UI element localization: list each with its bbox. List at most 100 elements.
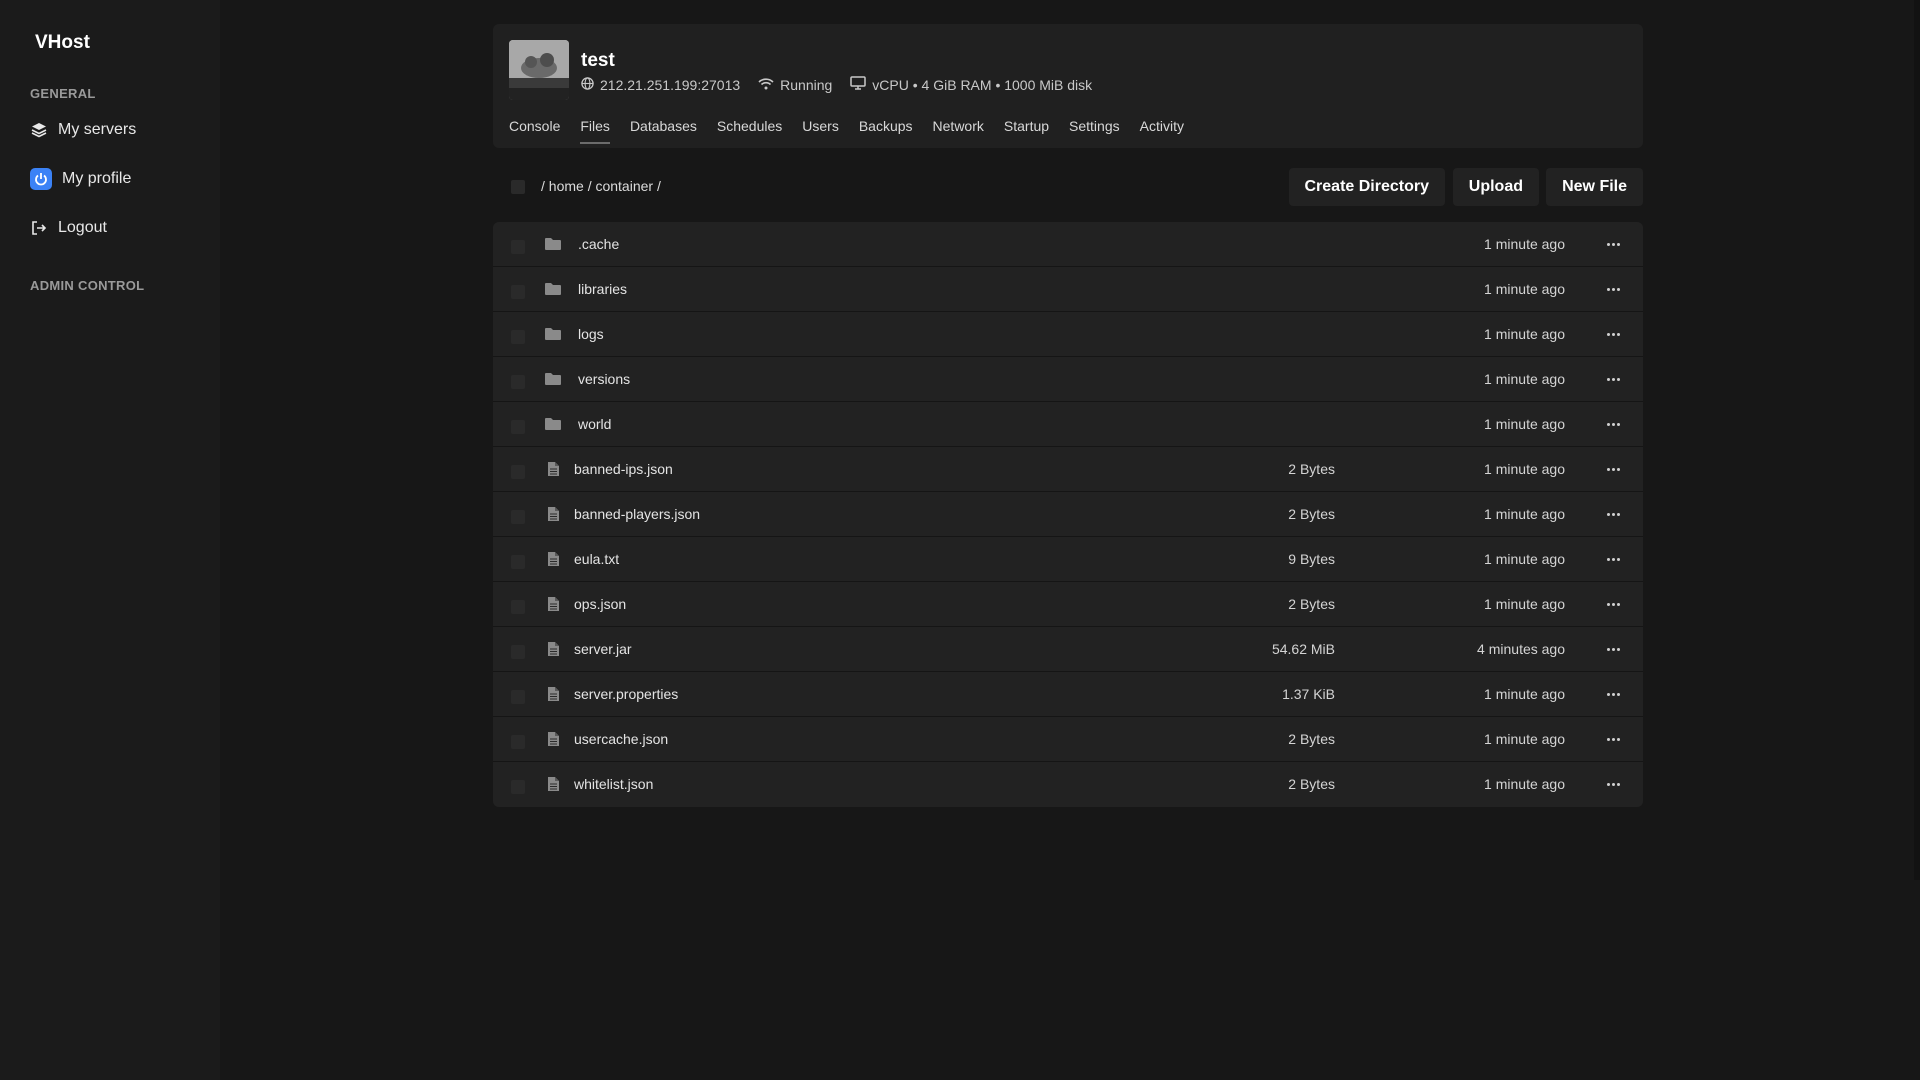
file-row[interactable]: usercache.json 2 Bytes 1 minute ago [493, 717, 1643, 762]
file-modified: 1 minute ago [1484, 596, 1565, 612]
file-size: 9 Bytes [1288, 551, 1335, 567]
folder-icon [543, 235, 563, 253]
file-name[interactable]: banned-ips.json [574, 461, 673, 477]
more-options-icon[interactable] [1601, 727, 1625, 751]
file-modified: 1 minute ago [1484, 371, 1565, 387]
file-modified: 1 minute ago [1484, 551, 1565, 567]
more-options-icon[interactable] [1601, 502, 1625, 526]
file-name[interactable]: banned-players.json [574, 506, 700, 522]
more-options-icon[interactable] [1601, 637, 1625, 661]
file-icon [543, 775, 563, 793]
file-row[interactable]: whitelist.json 2 Bytes 1 minute ago [493, 762, 1643, 807]
file-name[interactable]: libraries [578, 281, 627, 297]
tab-console[interactable]: Console [509, 118, 560, 144]
server-meta: 212.21.251.199:27013 Running vCPU • 4 Gi… [581, 76, 1092, 93]
more-options-icon[interactable] [1601, 367, 1625, 391]
file-name[interactable]: whitelist.json [574, 776, 653, 792]
file-row[interactable]: server.jar 54.62 MiB 4 minutes ago [493, 627, 1643, 672]
sidebar-item-label: My profile [62, 170, 132, 187]
more-options-icon[interactable] [1601, 547, 1625, 571]
file-checkbox[interactable] [511, 780, 525, 794]
tab-startup[interactable]: Startup [1004, 118, 1049, 144]
sidebar-item-my-servers[interactable]: My servers [30, 116, 136, 144]
file-modified: 1 minute ago [1484, 416, 1565, 432]
tab-databases[interactable]: Databases [630, 118, 697, 144]
sidebar-item-my-profile[interactable]: My profile [30, 165, 131, 193]
tab-files[interactable]: Files [580, 118, 610, 144]
file-row[interactable]: libraries 1 minute ago [493, 267, 1643, 312]
file-row[interactable]: eula.txt 9 Bytes 1 minute ago [493, 537, 1643, 582]
more-options-icon[interactable] [1601, 412, 1625, 436]
file-checkbox[interactable] [511, 600, 525, 614]
file-checkbox[interactable] [511, 645, 525, 659]
select-all-checkbox[interactable] [511, 180, 525, 194]
file-name[interactable]: ops.json [574, 596, 626, 612]
file-row[interactable]: ops.json 2 Bytes 1 minute ago [493, 582, 1643, 627]
folder-icon [543, 415, 563, 433]
file-size: 2 Bytes [1288, 776, 1335, 792]
upload-button[interactable]: Upload [1452, 168, 1539, 206]
file-modified: 1 minute ago [1484, 776, 1565, 792]
file-icon [543, 460, 563, 478]
file-checkbox[interactable] [511, 735, 525, 749]
more-options-icon[interactable] [1601, 772, 1625, 796]
file-row[interactable]: .cache 1 minute ago [493, 222, 1643, 267]
more-options-icon[interactable] [1601, 232, 1625, 256]
file-checkbox[interactable] [511, 510, 525, 524]
tab-schedules[interactable]: Schedules [717, 118, 782, 144]
section-label-general: GENERAL [30, 86, 96, 101]
file-row[interactable]: banned-players.json 2 Bytes 1 minute ago [493, 492, 1643, 537]
file-name[interactable]: usercache.json [574, 731, 668, 747]
more-options-icon[interactable] [1601, 592, 1625, 616]
tab-backups[interactable]: Backups [859, 118, 913, 144]
folder-icon [543, 280, 563, 298]
file-name[interactable]: server.jar [574, 641, 632, 657]
file-checkbox[interactable] [511, 690, 525, 704]
file-checkbox[interactable] [511, 465, 525, 479]
file-row[interactable]: banned-ips.json 2 Bytes 1 minute ago [493, 447, 1643, 492]
new-file-button[interactable]: New File [1546, 168, 1643, 206]
file-icon [543, 685, 563, 703]
more-options-icon[interactable] [1601, 682, 1625, 706]
file-name[interactable]: .cache [578, 236, 619, 252]
file-size: 1.37 KiB [1282, 686, 1335, 702]
file-icon [543, 550, 563, 568]
file-name[interactable]: versions [578, 371, 630, 387]
app: VHost GENERAL My servers My profile Logo… [0, 0, 1920, 1080]
file-name[interactable]: logs [578, 326, 604, 342]
tab-network[interactable]: Network [933, 118, 984, 144]
file-checkbox[interactable] [511, 555, 525, 569]
server-address: 212.21.251.199:27013 [581, 77, 740, 93]
file-checkbox[interactable] [511, 420, 525, 434]
file-size: 2 Bytes [1288, 461, 1335, 477]
section-label-admin: ADMIN CONTROL [30, 278, 145, 293]
file-checkbox[interactable] [511, 240, 525, 254]
sidebar-item-label: My servers [58, 121, 137, 138]
tab-activity[interactable]: Activity [1140, 118, 1184, 144]
file-checkbox[interactable] [511, 330, 525, 344]
file-checkbox[interactable] [511, 375, 525, 389]
page-scrollbar[interactable] [1914, 0, 1920, 880]
tab-settings[interactable]: Settings [1069, 118, 1120, 144]
sidebar-item-logout[interactable]: Logout [30, 214, 107, 242]
more-options-icon[interactable] [1601, 457, 1625, 481]
file-checkbox[interactable] [511, 285, 525, 299]
file-row[interactable]: world 1 minute ago [493, 402, 1643, 447]
file-name[interactable]: eula.txt [574, 551, 619, 567]
file-row[interactable]: versions 1 minute ago [493, 357, 1643, 402]
file-name[interactable]: world [578, 416, 611, 432]
server-status: Running [758, 77, 832, 93]
brand-title: VHost [35, 32, 90, 53]
sidebar: VHost GENERAL My servers My profile Logo… [0, 0, 220, 1080]
file-modified: 1 minute ago [1484, 686, 1565, 702]
file-row[interactable]: logs 1 minute ago [493, 312, 1643, 357]
file-icon [543, 640, 563, 658]
create-directory-button[interactable]: Create Directory [1288, 168, 1445, 206]
file-name[interactable]: server.properties [574, 686, 678, 702]
tab-users[interactable]: Users [802, 118, 839, 144]
breadcrumb-path[interactable]: / home / container / [541, 178, 661, 194]
more-options-icon[interactable] [1601, 277, 1625, 301]
file-row[interactable]: server.properties 1.37 KiB 1 minute ago [493, 672, 1643, 717]
more-options-icon[interactable] [1601, 322, 1625, 346]
monitor-icon [850, 76, 867, 93]
